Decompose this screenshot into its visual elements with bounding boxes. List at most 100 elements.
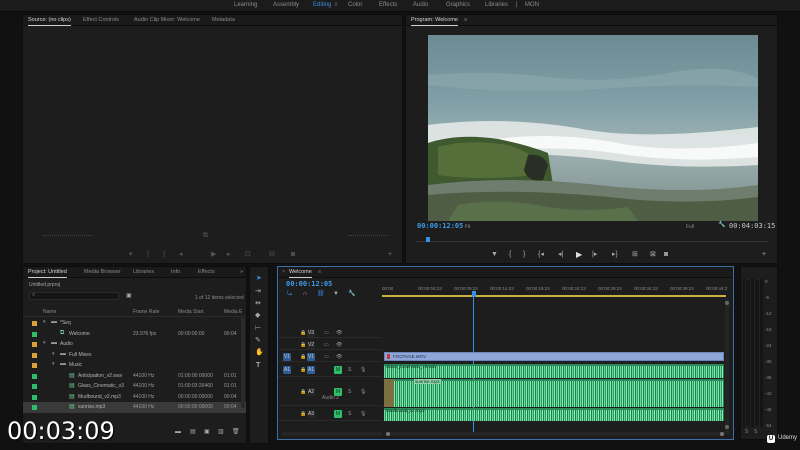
solo-button[interactable]: S <box>348 389 351 395</box>
timeline-horizontal-scrollbar[interactable] <box>386 432 724 436</box>
program-menu-icon[interactable]: ≡ <box>464 17 467 23</box>
workspace-assembly[interactable]: Assembly <box>273 2 299 8</box>
step-back-icon[interactable]: ◂| <box>558 251 563 258</box>
slip-tool-icon[interactable]: ⊢ <box>255 325 261 332</box>
selection-tool-icon[interactable]: ➤ <box>256 275 262 282</box>
lock-icon[interactable]: 🔒 <box>300 367 306 373</box>
microphone-icon[interactable]: 🎙 <box>360 411 366 417</box>
track-target-button[interactable]: A1 <box>307 366 315 374</box>
workspace-effects[interactable]: Effects <box>379 2 397 8</box>
label-color-swatch[interactable] <box>32 384 37 389</box>
automate-icon[interactable]: ▥ <box>218 429 224 435</box>
timeline-menu-icon[interactable]: ≡ <box>318 269 321 275</box>
mute-button[interactable]: M <box>334 410 342 418</box>
project-row[interactable]: ▤ sunrise.mp3 44100 Hz 00:00:00:00000 00:04 <box>23 402 246 413</box>
source-patch-button[interactable]: A1 <box>283 366 291 374</box>
mark-in-icon[interactable]: ▾ <box>129 251 133 258</box>
snap-icon[interactable]: ∩ <box>303 291 307 297</box>
timeline-settings-icon[interactable]: 🔧 <box>348 291 355 297</box>
sync-lock-icon[interactable]: ▭ <box>324 330 329 336</box>
tab-info[interactable]: Info <box>171 269 180 275</box>
column-media-start[interactable]: Media Start <box>178 309 204 315</box>
export-frame-icon[interactable]: ◙ <box>664 251 668 258</box>
label-color-swatch[interactable] <box>32 331 37 337</box>
tab-effects[interactable]: Effects <box>198 269 215 275</box>
tab-program[interactable]: Program: Welcome <box>411 17 458 26</box>
label-color-swatch[interactable] <box>32 342 37 347</box>
nest-icon[interactable]: ⤿ <box>287 291 292 297</box>
project-row[interactable]: ▾ ▬ Full Mixes <box>23 350 246 361</box>
track-target-button[interactable]: V3 <box>307 328 315 337</box>
export-frame-icon[interactable]: ◙ <box>291 251 295 258</box>
timeline-timecode[interactable]: 00:00:12:05 <box>286 280 332 288</box>
tab-media-browser[interactable]: Media Browser <box>84 269 121 275</box>
workspace-mon[interactable]: MON <box>525 2 539 8</box>
extract-icon[interactable]: ⊠ <box>650 251 656 258</box>
lock-icon[interactable]: 🔒 <box>300 411 306 417</box>
solo-button[interactable]: S <box>348 367 351 373</box>
project-search-input[interactable]: ⌕ <box>29 292 119 300</box>
timeline-vertical-scrollbar[interactable] <box>725 299 729 434</box>
tab-audio-clip-mixer[interactable]: Audio Clip Mixer: Welcome <box>134 17 200 23</box>
workspace-audio[interactable]: Audio <box>413 2 428 8</box>
lock-icon[interactable]: 🔒 <box>300 342 306 348</box>
label-color-swatch[interactable] <box>32 321 37 326</box>
project-row[interactable]: ▾ ▬ Music <box>23 360 246 371</box>
new-bin-from-search-icon[interactable]: ▣ <box>126 293 132 299</box>
workspace-learning[interactable]: Learning <box>234 2 257 8</box>
fit-dropdown[interactable]: Fit <box>465 224 471 230</box>
tab-welcome-sequence[interactable]: Welcome <box>289 269 312 278</box>
label-color-swatch[interactable] <box>32 405 37 410</box>
eye-icon[interactable]: 👁 <box>336 330 342 336</box>
column-media-end[interactable]: Media E <box>224 309 242 315</box>
go-to-in-icon[interactable]: {◂ <box>538 251 544 258</box>
program-timecode[interactable]: 00:00:12:05 <box>417 222 463 230</box>
new-bin-icon[interactable]: ▬ <box>175 429 181 435</box>
project-row[interactable]: ▤ Glass_Cinematic_v3 44100 Hz 01:00:03:2646… <box>23 381 246 392</box>
project-row[interactable]: ⧉ Welcome 23.976 fps 00:00:00:00 00:04 <box>23 329 246 340</box>
track-zoom-scrollbar[interactable] <box>282 432 382 436</box>
tab-effect-controls[interactable]: Effect Controls <box>83 17 119 23</box>
mark-out-icon[interactable]: } <box>523 251 525 258</box>
step-back-icon[interactable]: ◂ <box>179 251 183 258</box>
label-color-swatch[interactable] <box>32 363 37 368</box>
track-target-button[interactable]: A3 <box>307 410 315 418</box>
razor-tool-icon[interactable]: ◆ <box>255 312 260 319</box>
play-icon[interactable]: ▶ <box>576 251 582 259</box>
label-color-swatch[interactable] <box>32 394 37 400</box>
chevron-down-icon[interactable]: ▾ <box>43 340 46 346</box>
microphone-icon[interactable]: 🎙 <box>360 367 366 373</box>
play-icon[interactable]: ▶ <box>211 251 216 258</box>
workspace-color[interactable]: Color <box>348 2 362 8</box>
source-settings-icon[interactable]: ⧉ <box>203 232 208 239</box>
mute-button[interactable]: M <box>334 366 342 374</box>
mark-in-icon[interactable]: { <box>509 251 511 258</box>
type-tool-icon[interactable]: T <box>256 362 260 369</box>
mark-out-icon[interactable]: | <box>147 251 149 258</box>
program-playhead[interactable] <box>426 237 430 242</box>
chevron-down-icon[interactable]: ▾ <box>52 351 55 357</box>
trash-icon[interactable]: 🗑 <box>232 429 240 435</box>
tab-overflow-icon[interactable]: » <box>240 269 243 275</box>
lock-icon[interactable]: 🔒 <box>300 354 306 360</box>
audio-clip-a1[interactable]: Glass_Cinematic_v3.wav <box>384 364 724 378</box>
audio-clip-a2[interactable]: sunrise.mp3 <box>384 379 724 407</box>
lock-icon[interactable]: 🔒 <box>300 389 306 395</box>
linked-selection-icon[interactable]: ⛓ <box>317 291 325 297</box>
step-forward-icon[interactable]: ▸ <box>227 251 231 258</box>
project-row[interactable]: ▾ ▬ Audio <box>23 339 246 350</box>
tab-metadata[interactable]: Metadata <box>212 17 235 23</box>
track-select-tool-icon[interactable]: ⇥ <box>255 288 261 295</box>
sync-lock-icon[interactable]: ▭ <box>324 342 329 348</box>
label-color-swatch[interactable] <box>32 373 37 379</box>
solo-left-button[interactable]: S <box>745 429 748 435</box>
work-area-bar[interactable] <box>382 295 726 297</box>
track-target-button[interactable]: V1 <box>307 352 315 361</box>
lift-icon[interactable]: ⊞ <box>632 251 638 258</box>
project-row[interactable]: ▾ ▬ *Seq <box>23 318 246 329</box>
audio-clip-a3[interactable]: Mudbound_v2.mp3 <box>384 408 724 421</box>
workspace-editing[interactable]: Editing <box>313 2 331 8</box>
tab-project[interactable]: Project: Untitled <box>28 269 67 278</box>
lock-icon[interactable]: 🔒 <box>300 330 306 336</box>
ripple-edit-tool-icon[interactable]: ⇹ <box>255 300 261 307</box>
